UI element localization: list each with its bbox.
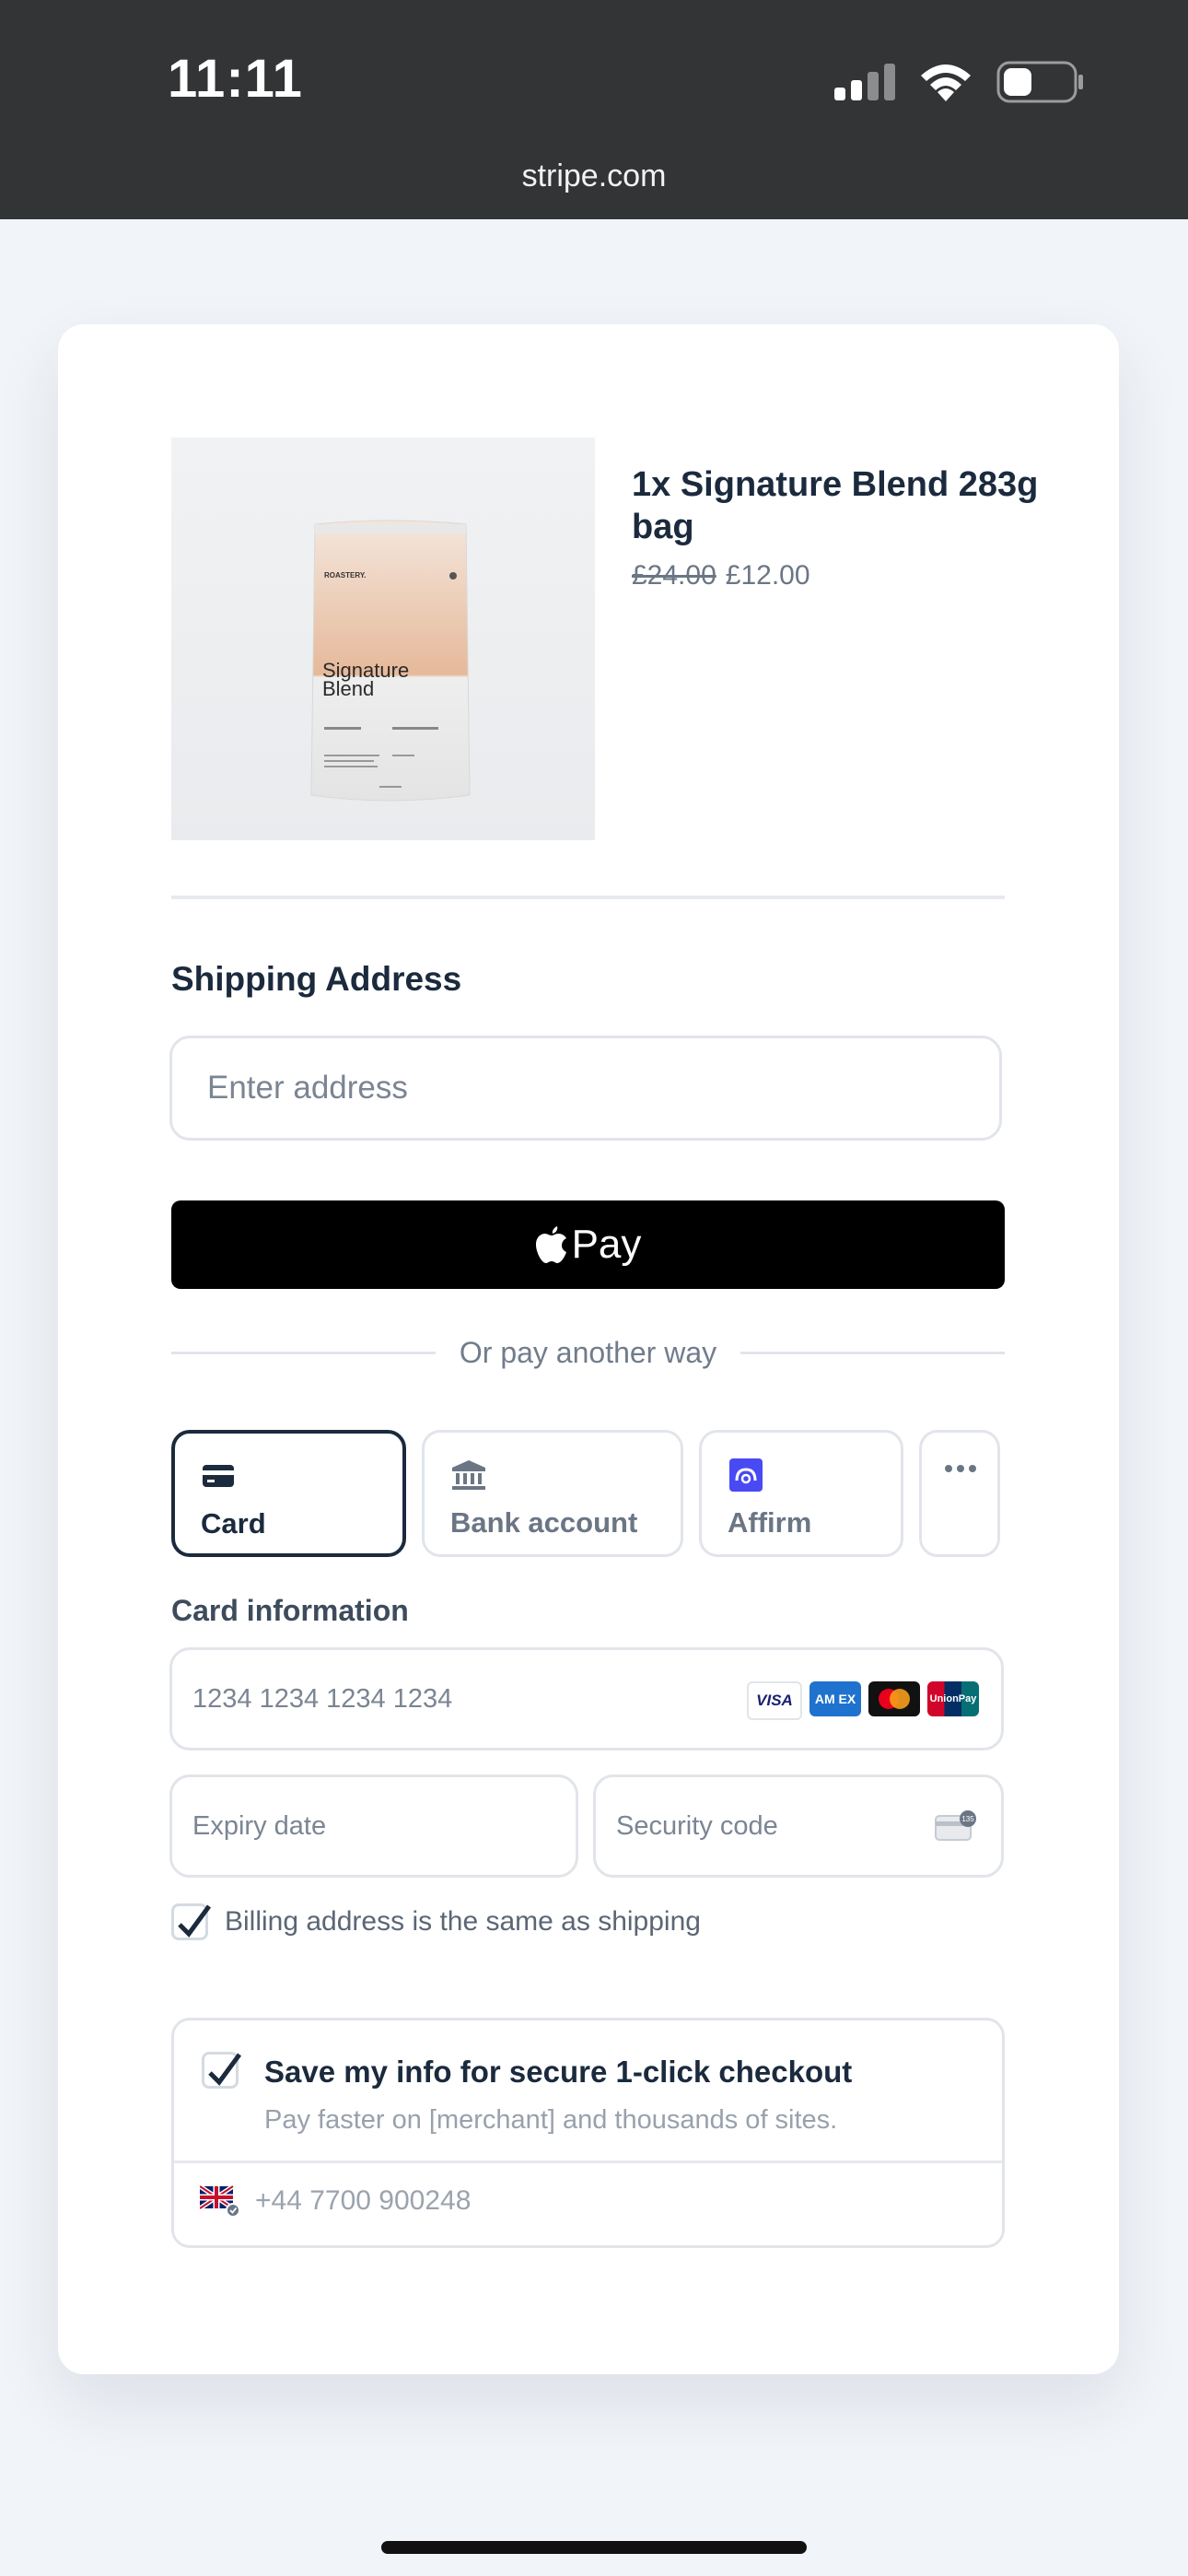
or-line-right — [740, 1351, 1005, 1354]
status-time: 11:11 — [168, 49, 303, 109]
price-row: £24.00 £12.00 — [632, 560, 810, 591]
signal-icon — [834, 64, 895, 100]
apple-pay-label: Pay — [571, 1222, 642, 1267]
or-divider: Or pay another way — [171, 1332, 1005, 1373]
phone-row — [200, 2184, 809, 2218]
save-info-subtitle: Pay faster on [merchant] and thousands o… — [264, 2105, 838, 2135]
current-price: £12.00 — [725, 560, 810, 591]
more-icon — [945, 1465, 976, 1472]
browser-url[interactable]: stripe.com — [0, 158, 1188, 194]
browser-status-bar: 11:11 stripe.com — [0, 0, 1188, 219]
phone-input[interactable] — [253, 2184, 809, 2218]
bank-icon — [452, 1460, 485, 1490]
link-save-box: Save my info for secure 1-click checkout… — [171, 2018, 1005, 2248]
mastercard-logo — [868, 1681, 920, 1716]
product-image: ROASTERY. Signature Blend — [171, 438, 595, 840]
battery-icon — [996, 61, 1083, 103]
shipping-title: Shipping Address — [171, 960, 462, 998]
svg-text:Blend: Blend — [322, 677, 374, 700]
billing-same-label: Billing address is the same as shipping — [225, 1906, 701, 1937]
svg-text:ROASTERY.: ROASTERY. — [324, 571, 367, 580]
home-indicator — [381, 2541, 807, 2554]
affirm-icon — [729, 1458, 763, 1492]
product-title: 1x Signature Blend 283g bag — [632, 465, 1039, 546]
cvc-card-icon: 135 — [935, 1810, 976, 1841]
original-price: £24.00 — [632, 560, 716, 591]
checkmark-icon — [208, 2053, 242, 2086]
unionpay-logo: UnionPay — [927, 1681, 979, 1716]
or-text: Or pay another way — [459, 1335, 717, 1369]
credit-card-icon — [203, 1465, 234, 1487]
uk-flag-icon — [200, 2184, 240, 2218]
card-info-label: Card information — [171, 1594, 409, 1627]
tab-affirm-label: Affirm — [728, 1506, 812, 1539]
or-line-left — [171, 1351, 436, 1354]
wifi-icon — [921, 64, 971, 101]
expiry-field — [169, 1774, 578, 1878]
address-input[interactable] — [169, 1036, 1002, 1141]
tab-affirm[interactable]: Affirm — [699, 1430, 903, 1557]
tab-bank-account[interactable]: Bank account — [422, 1430, 683, 1557]
status-icons — [834, 59, 1085, 105]
apple-pay-button[interactable]: Pay — [171, 1200, 1005, 1289]
checkmark-icon — [178, 1904, 212, 1938]
amex-logo: AM EX — [809, 1681, 861, 1716]
billing-same-checkbox[interactable] — [171, 1903, 212, 1940]
security-code-field: 135 — [593, 1774, 1004, 1878]
cvc-badge-text: 135 — [961, 1815, 974, 1823]
divider — [171, 896, 1005, 899]
expiry-input[interactable] — [172, 1777, 576, 1875]
save-info-title: Save my info for secure 1-click checkout — [264, 2055, 853, 2089]
visa-logo: VISA — [747, 1681, 802, 1720]
save-info-checkbox[interactable] — [202, 2052, 242, 2089]
card-brand-logos: VISA AM EX UnionPay — [747, 1681, 979, 1720]
tab-bank-account-label: Bank account — [450, 1506, 638, 1539]
link-divider — [174, 2160, 1002, 2163]
tab-card-label: Card — [201, 1507, 266, 1540]
tab-card[interactable]: Card — [171, 1430, 406, 1557]
tab-more[interactable] — [919, 1430, 1000, 1557]
apple-logo-icon — [535, 1226, 566, 1263]
card-number-field: VISA AM EX UnionPay — [169, 1647, 1004, 1751]
coffee-bag-image: ROASTERY. Signature Blend — [310, 520, 471, 802]
billing-same-row: Billing address is the same as shipping — [171, 1903, 701, 1940]
